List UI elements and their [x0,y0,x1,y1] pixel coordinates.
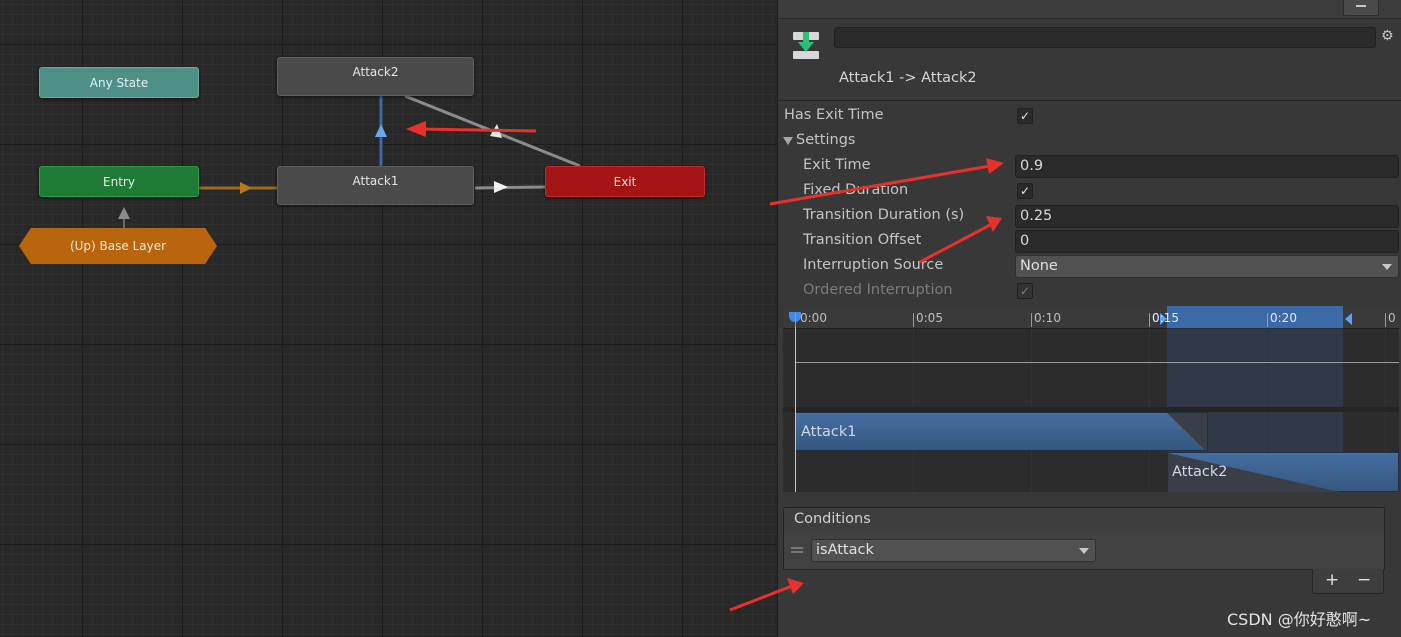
playhead-line [795,316,796,492]
tick-label: 0:20 [1270,311,1297,325]
settings-foldout-label[interactable]: Settings [796,132,855,148]
interruption-source-dropdown[interactable]: None [1015,255,1399,278]
attack2-label: Attack2 [352,65,399,79]
tick-label: 0:05 [916,311,943,325]
transition-name-input[interactable] [834,27,1376,48]
chevron-down-icon [1079,548,1089,554]
any-state-node[interactable]: Any State [39,67,199,98]
condition-parameter-dropdown[interactable]: isAttack [811,539,1096,562]
has-exit-time-label: Has Exit Time [784,107,884,123]
entry-label: Entry [103,174,135,189]
attack1-state-node[interactable]: Attack1 [277,166,474,205]
entry-node[interactable]: Entry [39,166,199,197]
ordered-interruption-checkbox: ✓ [1017,283,1033,299]
base-layer-node[interactable]: (Up) Base Layer [19,228,217,264]
menu-button[interactable] [1343,0,1379,16]
settings-foldout-icon[interactable] [783,137,793,145]
remove-condition-button[interactable]: − [1357,570,1371,590]
selected-arrow-icon [375,124,387,137]
inspector-toolbar [778,0,1401,19]
transition-title: Attack1 -> Attack2 [839,70,977,86]
attack2-state-node[interactable]: Attack2 [277,57,474,96]
transition-offset-field[interactable]: 0 [1015,230,1399,253]
clip-attack2[interactable]: Attack2 [1167,452,1399,492]
ordered-interruption-label: Ordered Interruption [803,282,953,298]
transition-end-handle-icon[interactable] [1345,313,1352,325]
divider [778,100,1401,101]
fixed-duration-checkbox[interactable]: ✓ [1017,183,1033,199]
any-state-label: Any State [89,75,149,90]
interruption-source-value: None [1020,258,1058,274]
annotation-arrowhead-1 [406,121,426,137]
inspector-panel: ⚙ Attack1 -> Attack2 Has Exit Time ✓ Set… [777,0,1401,637]
drag-handle-icon[interactable] [791,547,803,549]
conditions-list: isAttack [783,533,1385,570]
transition-duration-label: Transition Duration (s) [803,207,965,223]
transition-icon [792,30,820,60]
menu-icon [1356,5,1366,7]
has-exit-time-checkbox[interactable]: ✓ [1017,108,1033,124]
chevron-down-icon [1382,264,1392,270]
transition-offset-label: Transition Offset [803,232,922,248]
exit-label: Exit [613,174,637,189]
tick-label: 0:15 [1152,311,1179,325]
transition-duration-field[interactable]: 0.25 [1015,205,1399,228]
entry-arrow-icon [240,182,252,194]
conditions-title: Conditions [794,511,871,527]
tick-label: 0:00 [800,311,827,325]
clip-attack1[interactable]: Attack1 [795,412,1208,452]
watermark: CSDN @你好憨啊~ [1227,610,1372,629]
clip-attack1-label: Attack1 [801,424,857,440]
animator-graph-view[interactable]: Any State Attack2 Entry Attack1 Exit (Up… [0,0,777,637]
exit-node[interactable]: Exit [545,166,705,197]
up-arrow-icon [118,207,130,219]
exit-time-field[interactable]: 0.9 [1015,155,1399,178]
add-condition-button[interactable]: + [1325,570,1339,590]
attack1-to-exit-wire[interactable] [474,185,546,190]
interruption-source-label: Interruption Source [803,257,944,273]
exit-arrow-icon [494,181,508,193]
transition-timeline[interactable]: Attack1 Attack2 [783,306,1399,492]
fixed-duration-label: Fixed Duration [803,182,909,198]
attack1-label: Attack1 [352,174,399,188]
exit-time-label: Exit Time [803,157,871,173]
clip-attack2-label: Attack2 [1172,464,1228,480]
tick-label: 0 [1388,311,1396,325]
conditions-footer: + − [1312,569,1384,594]
annotation-arrow-1 [417,127,537,133]
conditions-header: Conditions [783,507,1385,534]
gear-icon[interactable]: ⚙ [1381,28,1394,44]
condition-parameter-value: isAttack [816,542,874,558]
tick-label: 0:10 [1034,311,1061,325]
parameter-curve [795,362,1399,363]
base-layer-label: (Up) Base Layer [69,239,167,253]
transition-ruler-highlight [1167,306,1343,328]
